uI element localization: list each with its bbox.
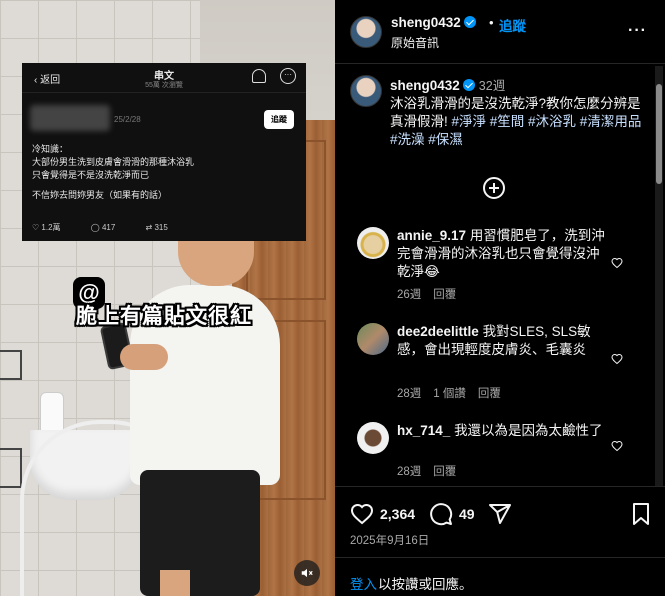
comment-username[interactable]: hx_714_	[397, 423, 450, 438]
post-header: sheng0432 • 追蹤 原始音訊 ···	[335, 0, 665, 64]
comment-username[interactable]: dee2deelittle	[397, 324, 479, 339]
caption-time: 32週	[478, 79, 506, 93]
comment-meta: 26週 回覆	[397, 286, 468, 302]
comments-scroll-area[interactable]: sheng0432 32週 沐浴乳滑滑的是沒洗乾淨?教你怎麼分辨是真滑假滑! #淨…	[335, 65, 665, 485]
speaker-muted-icon	[301, 568, 313, 578]
load-more-comments-button[interactable]	[483, 177, 505, 199]
mute-button[interactable]	[294, 560, 320, 586]
like-heart-icon[interactable]	[611, 353, 623, 365]
caption-username[interactable]: sheng0432	[390, 78, 475, 93]
more-icon: ···	[280, 68, 296, 84]
threads-line: 不信妳去問妳男友（如果有的話）	[32, 190, 168, 200]
threads-likes: ♡ 1.2萬	[32, 223, 61, 232]
avatar[interactable]	[350, 16, 382, 48]
bell-icon	[252, 69, 266, 83]
threads-reposts: ⇄ 315	[145, 223, 168, 232]
post-actions: 2,364 49 2025年9月16日 登入 以按讚或回應。	[335, 486, 665, 596]
threads-line: 大部份男生洗到皮膚會滑滑的那種沐浴乳	[32, 157, 195, 167]
wall-shelf	[0, 350, 22, 380]
comment-time: 26週	[397, 289, 422, 301]
person-leg	[160, 570, 190, 596]
like-heart-icon[interactable]	[611, 440, 623, 452]
threads-card-date: 25/2/28	[114, 115, 141, 124]
avatar[interactable]	[357, 323, 389, 355]
comment-username[interactable]: annie_9.17	[397, 228, 466, 243]
threads-line: 只會覺得是不是沒洗乾淨而已	[32, 170, 150, 180]
post-info-panel: sheng0432 • 追蹤 原始音訊 ··· sheng0432 32週 沐浴乳…	[335, 0, 665, 596]
comment-count[interactable]: 49	[459, 506, 475, 522]
comment-body: dee2deelittle 我對SLES, SLS敏感，會出現輕度皮膚炎、毛囊炎	[397, 323, 607, 359]
threads-card-stats: ♡ 1.2萬 ◯ 417 ⇄ 315	[32, 222, 196, 233]
login-prompt-text: 以按讚或回應。	[378, 577, 473, 592]
follow-button[interactable]: 追蹤	[499, 15, 526, 35]
threads-line: 冷知識：	[32, 144, 69, 154]
header-username[interactable]: sheng0432	[391, 15, 476, 30]
audio-label[interactable]: 原始音訊	[391, 34, 439, 51]
like-count[interactable]: 2,364	[380, 506, 415, 522]
comment-body: hx_714_ 我還以為是因為太鹼性了	[397, 422, 607, 440]
threads-card-body: 冷知識： 大部份男生洗到皮膚會滑滑的那種沐浴乳 只會覺得是不是沒洗乾淨而已 不信…	[32, 143, 194, 202]
reply-button[interactable]: 回覆	[433, 289, 456, 301]
threads-comments: ◯ 417	[90, 223, 116, 232]
avatar[interactable]	[357, 227, 389, 259]
person-shorts	[140, 470, 260, 596]
post-date[interactable]: 2025年9月16日	[350, 532, 429, 548]
login-prompt: 登入 以按讚或回應。	[335, 557, 665, 596]
comment-time: 28週	[397, 466, 422, 478]
comment-bubble-icon[interactable]	[429, 502, 453, 526]
post-caption: sheng0432 32週 沐浴乳滑滑的是沒洗乾淨?教你怎麼分辨是真滑假滑! #淨…	[390, 77, 650, 149]
comment-like-count[interactable]: 1 個讚	[433, 388, 466, 400]
avatar[interactable]	[350, 75, 382, 107]
login-link[interactable]: 登入	[350, 573, 377, 593]
person-hand	[120, 344, 168, 370]
bookmark-icon[interactable]	[629, 502, 653, 526]
blurred-author	[30, 105, 110, 131]
share-paper-plane-icon[interactable]	[488, 502, 512, 526]
comment-meta: 28週 1 個讚 回覆	[397, 385, 513, 401]
threads-screenshot-overlay: ‹ 返回 串文 55萬 次瀏覽 ··· 25/2/28 追蹤 冷知識： 大部份男…	[22, 63, 306, 241]
verified-badge-icon	[463, 16, 476, 28]
comment-text: 我還以為是因為太鹼性了	[454, 423, 603, 438]
wall-shelf	[0, 448, 22, 488]
comment-meta: 28週 回覆	[397, 463, 468, 479]
reply-button[interactable]: 回覆	[478, 388, 501, 400]
scrollbar-thumb[interactable]	[656, 84, 662, 184]
video-player[interactable]: ‹ 返回 串文 55萬 次瀏覽 ··· 25/2/28 追蹤 冷知識： 大部份男…	[0, 0, 335, 596]
separator-dot: •	[489, 15, 494, 30]
comment-body: annie_9.17 用習慣肥皂了，洗到沖完會滑滑的沐浴乳也只會覺得沒沖乾淨😂	[397, 227, 607, 281]
threads-card-header: ‹ 返回 串文 55萬 次瀏覽 ···	[22, 63, 306, 93]
more-horizontal-icon[interactable]: ···	[628, 22, 647, 40]
comment-time: 28週	[397, 388, 422, 400]
like-heart-icon[interactable]	[611, 257, 623, 269]
threads-line	[32, 182, 194, 189]
verified-badge-icon	[462, 79, 475, 91]
avatar[interactable]	[357, 422, 389, 454]
scrollbar[interactable]	[655, 66, 663, 486]
reply-button[interactable]: 回覆	[433, 466, 456, 478]
video-caption-overlay: 脆上有篇貼文很紅	[76, 305, 252, 328]
like-heart-icon[interactable]	[350, 502, 374, 526]
threads-follow-button: 追蹤	[264, 110, 294, 129]
